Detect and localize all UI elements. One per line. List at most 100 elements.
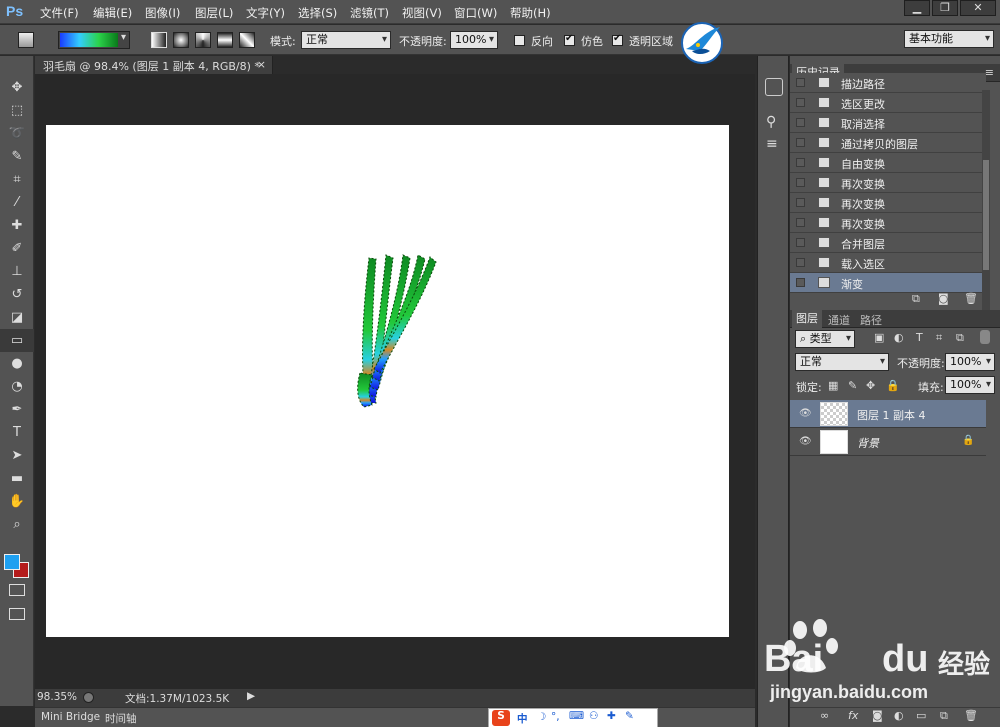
history-item[interactable]: 自由变换 (790, 153, 986, 173)
ime-chinese-mode[interactable]: 中 (517, 711, 528, 726)
visibility-eye-icon[interactable]: 👁 (799, 436, 812, 447)
history-item[interactable]: 再次变换 (790, 173, 986, 193)
layer-name[interactable]: 背景 (857, 435, 879, 451)
group-icon[interactable]: ▭ (916, 709, 926, 722)
brush-panel-icon[interactable]: ⚲ (766, 114, 776, 130)
healing-tool-icon[interactable]: ✚ (0, 214, 34, 237)
fx-icon[interactable]: fx (848, 709, 858, 722)
reflected-gradient-button[interactable] (217, 32, 233, 48)
layer-row[interactable]: 👁 图层 1 副本 4 (790, 400, 986, 428)
reverse-checkbox[interactable] (514, 33, 525, 46)
lock-transparent-icon[interactable]: ▦ (828, 379, 838, 392)
menu-help[interactable]: 帮助(H) (510, 5, 551, 21)
lock-pixels-icon[interactable]: ✎ (848, 379, 857, 392)
linear-gradient-button[interactable] (151, 32, 167, 48)
brush-tool-icon[interactable]: ✐ (0, 237, 34, 260)
menu-file[interactable]: 文件(F) (40, 5, 79, 21)
minimize-button[interactable]: ▁ (904, 0, 930, 16)
history-brush-tool-icon[interactable]: ↺ (0, 283, 34, 306)
reverse-checkbox-box[interactable] (514, 34, 525, 46)
new-document-from-state-icon[interactable]: ⧉ (912, 292, 920, 306)
ime-punct-icon[interactable]: °, (551, 711, 560, 723)
diamond-gradient-button[interactable] (239, 32, 255, 48)
canvas[interactable] (46, 125, 729, 637)
layer-name[interactable]: 图层 1 副本 4 (857, 407, 926, 423)
transparency-checkbox[interactable] (612, 33, 623, 46)
ime-moon-icon[interactable]: ☽ (537, 711, 546, 723)
ime-wrench-icon[interactable]: ✎ (625, 710, 634, 722)
snapshot-source-box[interactable] (796, 278, 805, 287)
zoom-tool-icon[interactable]: ⌕ (0, 513, 34, 536)
timeline-tab[interactable]: 时间轴 (105, 711, 137, 726)
history-panel-icon[interactable] (765, 78, 783, 96)
tab-channels[interactable]: 通道 (828, 312, 850, 328)
layer-opacity-input[interactable]: 100% (945, 353, 995, 371)
snapshot-source-box[interactable] (796, 178, 805, 187)
screen-mode-icon[interactable] (9, 608, 25, 620)
quick-mask-icon[interactable] (9, 584, 25, 596)
restore-button[interactable]: ❐ (932, 0, 958, 16)
lock-position-icon[interactable]: ✥ (866, 379, 875, 392)
transparency-checkbox-box[interactable] (612, 33, 623, 46)
layer-filter-select[interactable]: ⌕ 类型 (795, 330, 855, 348)
menu-type[interactable]: 文字(Y) (246, 5, 285, 21)
ime-user-icon[interactable]: ⚇ (589, 710, 598, 722)
new-layer-icon[interactable]: ⧉ (940, 709, 948, 723)
history-item[interactable]: 选区更改 (790, 93, 986, 113)
pixel-filter-icon[interactable]: ▣ (874, 331, 884, 344)
visibility-eye-icon[interactable]: 👁 (799, 408, 812, 419)
menu-select[interactable]: 选择(S) (298, 5, 337, 21)
eraser-tool-icon[interactable]: ◪ (0, 306, 34, 329)
angle-gradient-button[interactable] (195, 32, 211, 48)
adjustment-filter-icon[interactable]: ◐ (894, 331, 904, 344)
menu-view[interactable]: 视图(V) (402, 5, 442, 21)
lasso-tool-icon[interactable]: ➰ (0, 122, 34, 145)
menu-edit[interactable]: 编辑(E) (93, 5, 132, 21)
adjustment-layer-icon[interactable]: ◐ (894, 709, 904, 722)
snapshot-source-box[interactable] (796, 258, 805, 267)
dither-checkbox-box[interactable] (564, 33, 575, 46)
close-button[interactable]: ✕ (960, 0, 996, 16)
dodge-tool-icon[interactable]: ◔ (0, 375, 34, 398)
history-item[interactable]: 取消选择 (790, 113, 986, 133)
delete-state-icon[interactable]: 🗑 (964, 292, 978, 305)
foreground-color-swatch[interactable] (4, 554, 20, 570)
history-item[interactable]: 通过拷贝的图层 (790, 133, 986, 153)
blend-mode-select[interactable]: 正常 (795, 353, 889, 371)
tool-preset-picker[interactable] (18, 32, 34, 48)
tab-paths[interactable]: 路径 (860, 312, 882, 328)
history-item[interactable]: 描边路径 (790, 73, 986, 93)
add-mask-icon[interactable]: ◙ (872, 709, 883, 722)
shape-filter-icon[interactable]: ⌗ (936, 331, 942, 345)
history-item[interactable]: 再次变换 (790, 213, 986, 233)
blur-tool-icon[interactable]: ● (0, 352, 34, 375)
quick-select-tool-icon[interactable]: ✎ (0, 145, 34, 168)
link-layers-icon[interactable]: ∞ (820, 709, 829, 722)
snapshot-source-box[interactable] (796, 118, 805, 127)
ime-shirt-icon[interactable]: ✚ (607, 710, 616, 722)
menu-filter[interactable]: 滤镜(T) (350, 5, 389, 21)
eyedropper-tool-icon[interactable]: ⁄ (0, 191, 34, 214)
snapshot-source-box[interactable] (796, 158, 805, 167)
dither-checkbox[interactable] (564, 33, 575, 46)
layer-row[interactable]: 👁 背景 🔒 (790, 428, 986, 456)
history-item[interactable]: 渐变 (790, 273, 986, 293)
mode-select[interactable]: 正常 (301, 31, 391, 49)
delete-layer-icon[interactable]: 🗑 (964, 709, 978, 722)
workspace-select[interactable]: 基本功能 (904, 30, 994, 48)
zoom-level[interactable]: 98.35% (37, 691, 77, 703)
status-icon[interactable] (83, 692, 94, 703)
ime-keyboard-icon[interactable]: ⌨ (569, 710, 584, 722)
menu-image[interactable]: 图像(I) (145, 5, 180, 21)
gradient-picker[interactable]: ▾ (58, 31, 130, 49)
shape-tool-icon[interactable]: ▬ (0, 467, 34, 490)
history-item[interactable]: 再次变换 (790, 193, 986, 213)
marquee-tool-icon[interactable]: ⬚ (0, 99, 34, 122)
radial-gradient-button[interactable] (173, 32, 189, 48)
stamp-tool-icon[interactable]: ⊥ (0, 260, 34, 283)
smart-object-filter-icon[interactable]: ⧉ (956, 331, 964, 345)
pen-tool-icon[interactable]: ✒ (0, 398, 34, 421)
snapshot-source-box[interactable] (796, 198, 805, 207)
mini-bridge-tab[interactable]: Mini Bridge (41, 711, 100, 723)
opacity-input[interactable]: 100% (450, 31, 498, 49)
